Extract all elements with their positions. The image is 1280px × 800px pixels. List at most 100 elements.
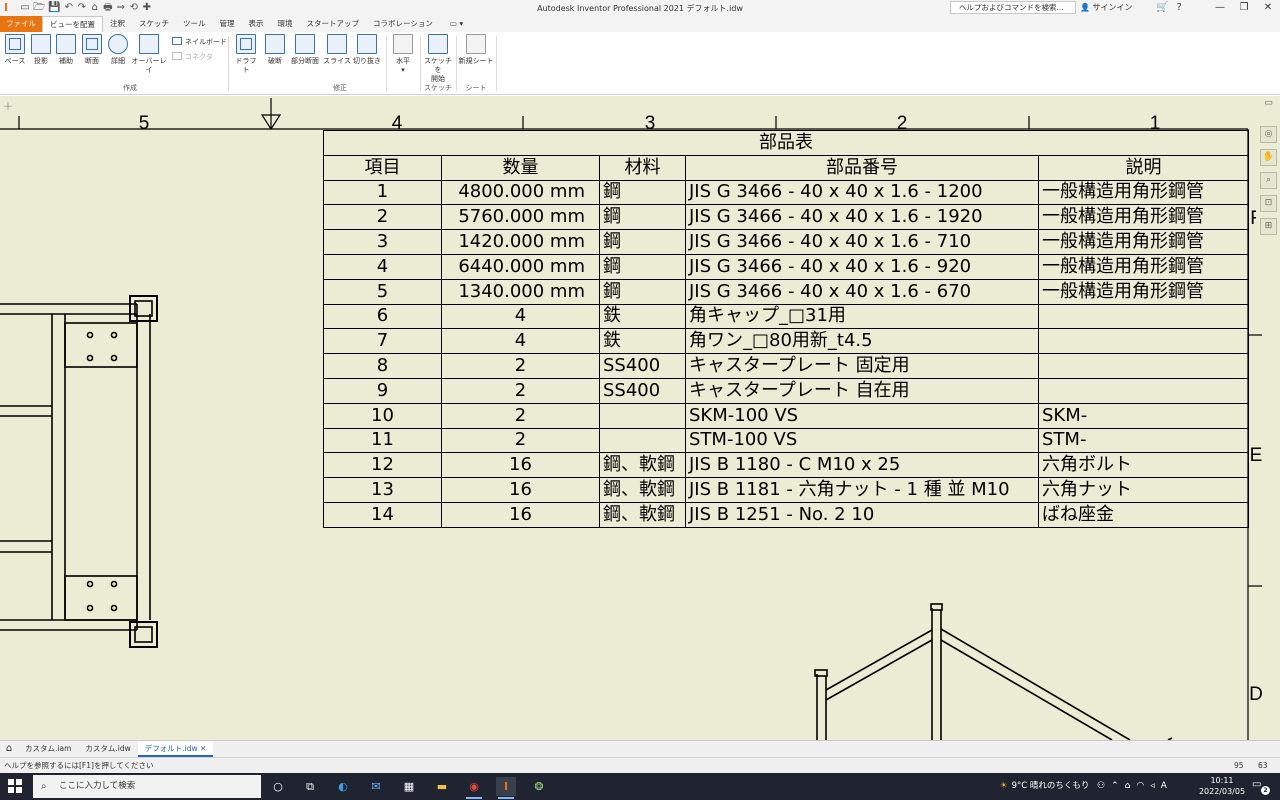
- parts-list-row[interactable]: 6 4 鉄角キャップ_□31用: [323, 303, 1250, 330]
- taskbar-clock[interactable]: 10:11 2022/03/05: [1198, 775, 1246, 797]
- tab-manage[interactable]: 管理: [213, 16, 242, 32]
- parts-list-row[interactable]: 9 2 SS400 キャスタープレート 自在用: [323, 377, 1250, 404]
- base-view-button[interactable]: ベース: [3, 34, 27, 66]
- cell-qty: 1340.000 mm: [441, 278, 600, 305]
- parts-list-row[interactable]: 4 6440.000 mm 鋼 JIS G 3466 - 40 x 40 x 1.6 …: [323, 253, 1250, 280]
- drawing-canvas[interactable]: 5 4 3 2 1 F E D: [0, 96, 1280, 740]
- parts-list-row[interactable]: 3 1420.000 mm 鋼 JIS G 3466 - 40 x 40 x 1.6 …: [323, 229, 1250, 255]
- weather-widget[interactable]: ☀ 9°C 晴れのちくもり: [1000, 773, 1089, 800]
- store-icon[interactable]: ▦: [399, 777, 419, 796]
- file-explorer-icon[interactable]: ▬: [432, 777, 452, 796]
- zoom-icon[interactable]: ⌕: [1260, 172, 1277, 189]
- home-tab-icon[interactable]: ⌂: [0, 741, 18, 757]
- print-icon[interactable]: 🖶: [103, 1, 113, 15]
- tab-annotate[interactable]: 注釈: [103, 16, 132, 32]
- doc-tab-default-idw[interactable]: デフォルト.idw ✕: [137, 741, 214, 757]
- people-icon[interactable]: ⚇: [1097, 773, 1105, 800]
- pan-icon[interactable]: ✋: [1260, 149, 1277, 166]
- parts-list-row[interactable]: 13 16 鋼、軟鋼 JIS B 1181 - 六角ナット - 1 種 並 M10 六角…: [323, 477, 1250, 503]
- tab-place-views[interactable]: ビューを配置: [42, 16, 103, 32]
- parts-list-row[interactable]: 14 16 鋼、軟鋼 JIS B 1251 - No. 2 10 ばね座金: [323, 501, 1250, 528]
- break-out-button[interactable]: 部分断面: [288, 34, 322, 66]
- nailboard-button[interactable]: ネイルボード: [172, 37, 227, 47]
- parts-list-row[interactable]: 2 5760.000 mm 鋼 JIS G 3466 - 40 x 40 x 1.6 …: [323, 204, 1250, 231]
- save-icon[interactable]: 💾: [48, 1, 60, 15]
- volume-icon[interactable]: ◃: [1150, 773, 1155, 800]
- mail-icon[interactable]: ✉: [366, 777, 386, 796]
- overlay-view-button[interactable]: オーバーレイ: [130, 34, 168, 75]
- cart-icon[interactable]: 🛒: [1156, 0, 1168, 16]
- frame-top-view[interactable]: [0, 295, 158, 648]
- section-view-button[interactable]: 断面: [80, 34, 104, 66]
- ribbon-display-toggle[interactable]: ▭ ▾: [440, 16, 473, 32]
- crop-button[interactable]: 切り抜き: [352, 34, 382, 66]
- parts-list-row[interactable]: 1 4800.000 mm 鋼 JIS G 3466 - 40 x 40 x 1.6 …: [323, 179, 1250, 206]
- new-file-icon[interactable]: ▭: [20, 1, 30, 15]
- taskbar-search-placeholder: ここに入力して検索: [59, 781, 136, 791]
- close-button[interactable]: ✕: [1256, 0, 1280, 16]
- isometric-view[interactable]: [814, 603, 1173, 740]
- help-search-input[interactable]: ヘルプおよびコマンドを検索...: [950, 1, 1076, 14]
- cell-item: 5: [323, 278, 442, 305]
- redo-icon[interactable]: ↷: [77, 1, 87, 15]
- zoom-window-icon[interactable]: ⊞: [1260, 218, 1277, 235]
- cortana-icon[interactable]: ○: [268, 777, 288, 796]
- doc-tab-custom-iam[interactable]: カスタム.iam: [18, 741, 78, 757]
- tab-environments[interactable]: 環境: [271, 16, 300, 32]
- home-icon[interactable]: ⌂: [90, 1, 100, 15]
- panel-restore-icon[interactable]: ▭: [1260, 96, 1277, 113]
- tab-get-started[interactable]: スタートアップ: [300, 16, 367, 32]
- update-icon[interactable]: ⟲: [129, 1, 139, 15]
- connector-button[interactable]: コネクタ: [172, 52, 213, 62]
- app-taskbar-icon[interactable]: ❂: [529, 777, 549, 796]
- ime-indicator[interactable]: A: [1161, 773, 1167, 800]
- ribbon-tabs: ファイル ビューを配置 注釈 スケッチ ツール 管理 表示 環境 スタートアップ…: [0, 16, 1280, 32]
- show-hidden-icons[interactable]: ⌃: [1111, 773, 1119, 800]
- tab-collaborate[interactable]: コラボレーション: [366, 16, 440, 32]
- chrome-icon[interactable]: ◉: [464, 777, 484, 799]
- restore-button[interactable]: ❐: [1232, 0, 1256, 16]
- zoom-all-icon[interactable]: ⊡: [1260, 195, 1277, 212]
- customize-qat-icon[interactable]: ✚: [142, 1, 152, 15]
- horizontal-align-button[interactable]: 水平 ▾: [390, 34, 416, 75]
- parts-list-row[interactable]: 12 16 鋼、軟鋼 JIS B 1180 - C M10 x 25 六角ボルト: [323, 452, 1250, 479]
- full-navigation-wheel-icon[interactable]: ◎: [1260, 126, 1277, 143]
- inventor-logo-icon[interactable]: I: [4, 2, 15, 14]
- weather-text: 9°C 晴れのちくもり: [1011, 781, 1090, 791]
- start-button[interactable]: [8, 779, 22, 793]
- tab-view[interactable]: 表示: [242, 16, 271, 32]
- open-file-icon[interactable]: 🗁: [33, 1, 45, 15]
- add-view-icon[interactable]: ＋: [3, 98, 13, 113]
- start-sketch-button[interactable]: スケッチを 開始: [422, 34, 454, 84]
- parts-list-row[interactable]: 11 2 STM-100 VS STM-: [323, 427, 1250, 454]
- parts-list[interactable]: 部品表 項目 数量 材料 部品番号 説明 1 4800.000 mm 鋼 JIS G …: [322, 130, 1250, 528]
- edge-icon[interactable]: ◐: [333, 777, 353, 796]
- help-icon[interactable]: ?: [1176, 0, 1181, 16]
- parts-list-row[interactable]: 8 2 SS400 キャスタープレート 固定用: [323, 353, 1250, 379]
- return-icon[interactable]: ⇒: [116, 1, 126, 15]
- new-sheet-button[interactable]: 新規シート: [458, 34, 494, 66]
- task-view-icon[interactable]: ⧉: [300, 777, 320, 796]
- parts-list-row[interactable]: 5 1340.000 mm 鋼 JIS G 3466 - 40 x 40 x 1.6 …: [323, 278, 1250, 305]
- tab-file[interactable]: ファイル: [0, 16, 42, 32]
- parts-list-row[interactable]: 7 4 鉄角ワン_□80用新_t4.5: [323, 328, 1250, 355]
- wifi-icon[interactable]: ◠: [1136, 773, 1144, 800]
- auxiliary-view-button[interactable]: 補助: [54, 34, 78, 66]
- undo-icon[interactable]: ↶: [64, 1, 74, 15]
- tab-sketch[interactable]: スケッチ: [132, 16, 176, 32]
- tab-tools[interactable]: ツール: [176, 16, 213, 32]
- projected-view-button[interactable]: 投影: [29, 34, 53, 66]
- draft-view-button[interactable]: ドラフト: [233, 34, 259, 75]
- close-tab-icon[interactable]: ✕: [200, 744, 206, 753]
- parts-list-row[interactable]: 10 2 SKM-100 VS SKM-: [323, 402, 1250, 429]
- network-icon[interactable]: ⌂: [1125, 773, 1131, 800]
- slice-button[interactable]: スライス: [323, 34, 351, 66]
- signin-button[interactable]: 👤 サインイン: [1080, 1, 1133, 14]
- doc-tab-custom-idw[interactable]: カスタム.idw: [78, 741, 137, 757]
- inventor-taskbar-icon[interactable]: I: [496, 777, 516, 799]
- detail-view-button[interactable]: 詳細: [106, 34, 130, 66]
- minimize-button[interactable]: —: [1208, 0, 1232, 16]
- taskbar-search-box[interactable]: ⌕ ここに入力して検索: [33, 775, 261, 798]
- break-button[interactable]: 破断: [263, 34, 287, 66]
- notification-center-icon[interactable]: ▭ 2: [1252, 779, 1270, 795]
